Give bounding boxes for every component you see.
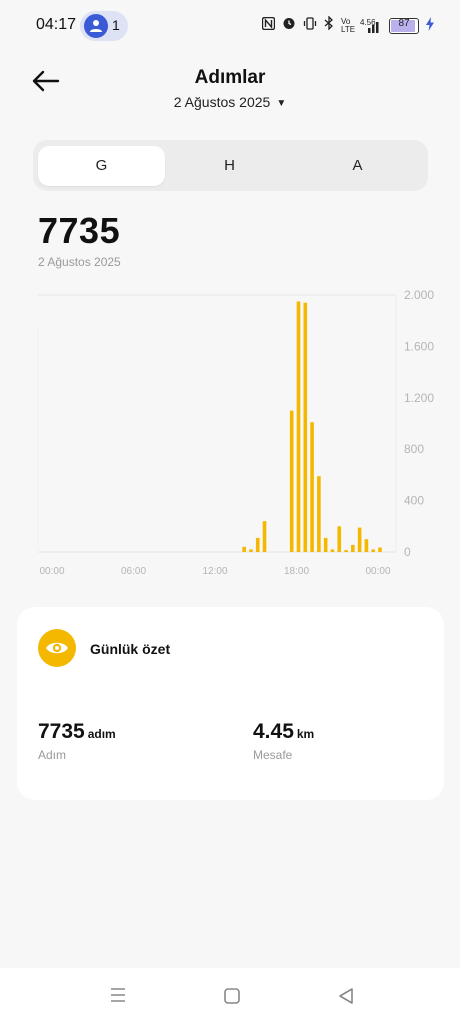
nfc-icon — [261, 16, 276, 35]
alarm-icon — [282, 16, 296, 35]
chevron-down-icon: ▼ — [276, 98, 287, 109]
x-tick-label: 06:00 — [121, 566, 146, 577]
chart-bar — [357, 527, 362, 552]
distance-value: 4.45 — [253, 720, 294, 743]
battery-level: 87 — [398, 17, 410, 29]
date-selector[interactable]: 2 Ağustos 2025 ▼ — [0, 94, 460, 110]
hotspot-icon — [84, 14, 108, 38]
chart-bar — [303, 302, 308, 552]
x-tick-label: 00:00 — [365, 566, 390, 577]
date-selector-label: 2 Ağustos 2025 — [173, 94, 271, 110]
summary-title: Günlük özet — [90, 641, 171, 657]
y-tick-label: 2.000 — [404, 288, 434, 302]
steps-metric: 7735 adım Adım — [38, 720, 116, 762]
chart-bar — [242, 546, 246, 552]
chart-bar — [262, 521, 267, 552]
distance-unit: km — [296, 727, 315, 741]
chart-bar — [371, 549, 376, 552]
chart-bar — [323, 537, 328, 552]
period-tabs: G H A — [33, 140, 428, 191]
x-tick-label: 18:00 — [284, 566, 309, 577]
chart-bar — [351, 544, 355, 552]
hotspot-count: 1 — [112, 17, 120, 33]
signal-icon: 4.56 — [360, 18, 382, 34]
distance-label: Mesafe — [253, 748, 293, 762]
status-time: 04:17 — [36, 16, 77, 33]
bluetooth-icon — [324, 15, 334, 35]
daily-summary-card[interactable]: Günlük özet 7735 adım Adım 4.45 km Mesafe — [17, 607, 444, 800]
home-button[interactable] — [222, 986, 244, 1006]
status-bar: 04:17 1 Vo LTE 4.56 87 — [0, 0, 460, 52]
x-tick-label: 00:00 — [39, 566, 64, 577]
chart-bar — [364, 539, 369, 552]
tab-month[interactable]: A — [294, 146, 421, 186]
steps-label: Adım — [38, 748, 67, 762]
total-date: 2 Ağustos 2025 — [38, 255, 121, 269]
chart-bar — [289, 410, 294, 552]
total-steps: 7735 — [38, 210, 121, 251]
tab-day[interactable]: G — [38, 146, 165, 186]
vibrate-icon — [303, 16, 317, 35]
page-title: Adımlar — [194, 67, 266, 88]
hotspot-indicator[interactable]: 1 — [80, 11, 128, 41]
y-tick-label: 0 — [404, 545, 411, 559]
menu-icon — [111, 988, 125, 1002]
chart-bar — [249, 549, 253, 552]
status-icons: Vo LTE 4.56 87 — [261, 15, 434, 35]
chart-bar — [378, 547, 382, 552]
y-tick-label: 800 — [404, 442, 424, 456]
chart-bar — [344, 550, 348, 552]
back-nav-button[interactable] — [336, 986, 358, 1006]
chart-bar — [296, 301, 301, 552]
x-tick-label: 12:00 — [202, 566, 227, 577]
chart-bar — [337, 526, 342, 552]
charging-icon — [426, 17, 434, 34]
tab-week[interactable]: H — [166, 146, 293, 186]
square-icon — [224, 988, 240, 1004]
battery-icon: 87 — [389, 17, 419, 34]
distance-metric: 4.45 km Mesafe — [253, 720, 314, 762]
chart-bar — [310, 422, 314, 552]
chart-bar — [330, 549, 335, 552]
y-tick-label: 400 — [404, 494, 424, 508]
volte-icon: Vo LTE — [341, 16, 356, 34]
steps-value: 7735 — [38, 720, 85, 743]
y-tick-label: 1.200 — [404, 391, 434, 405]
steps-chart[interactable]: 0 400 800 1.200 1.600 2.000 00:00 06:00 12:00 18:… — [0, 285, 460, 585]
y-tick-label: 1.600 — [404, 339, 434, 353]
steps-unit: adım — [87, 727, 116, 741]
chart-bar — [255, 537, 260, 552]
system-nav-bar — [0, 968, 460, 1024]
chart-bar — [317, 476, 321, 552]
eye-icon — [38, 629, 76, 667]
triangle-back-icon — [339, 988, 353, 1004]
recent-apps-button[interactable] — [108, 986, 130, 1006]
